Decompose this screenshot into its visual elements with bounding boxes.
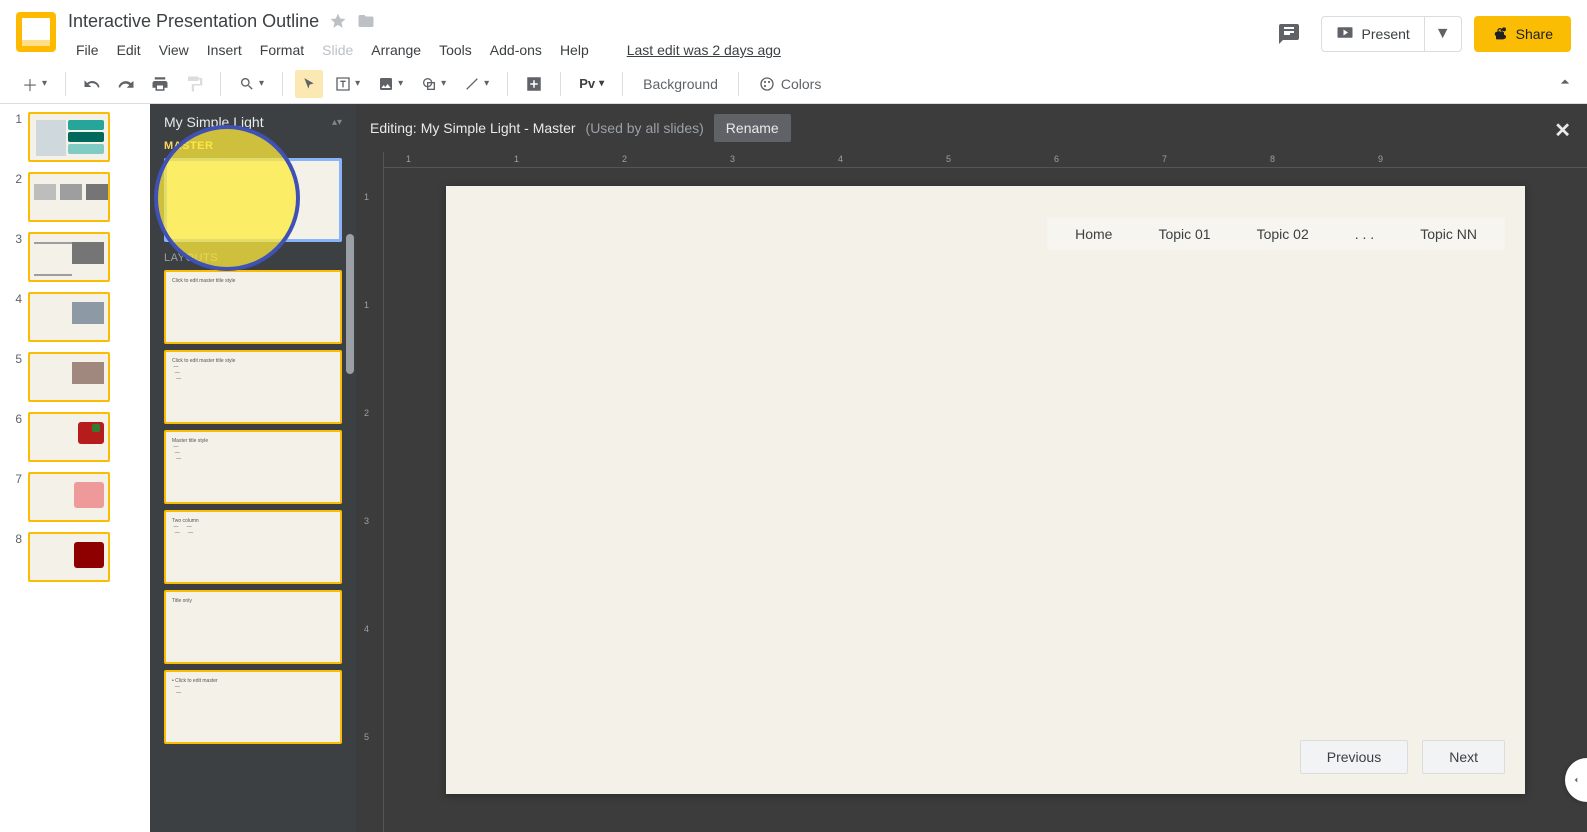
present-button-group: Present ▼: [1321, 16, 1462, 52]
master-section-label: MASTER: [150, 140, 356, 152]
layout-thumb-2[interactable]: Click to edit master title style — — —: [164, 350, 342, 424]
used-by-label: (Used by all slides): [586, 120, 704, 136]
main-area: 1 2 3 4 5 6 7 8 My Simple Light ▴▾ MASTE…: [0, 104, 1587, 832]
top-right-actions: Present ▼ Share: [1269, 14, 1571, 54]
present-dropdown-caret[interactable]: ▼: [1425, 25, 1461, 43]
close-editor-icon[interactable]: ✕: [1554, 118, 1571, 143]
textbox-tool[interactable]: ▾: [329, 70, 366, 98]
layout-thumb-5[interactable]: Title only: [164, 590, 342, 664]
master-panel: My Simple Light ▴▾ MASTER LAYOUTS Click …: [150, 104, 356, 832]
menu-file[interactable]: File: [68, 38, 107, 62]
filmstrip: 1 2 3 4 5 6 7 8: [0, 104, 150, 832]
next-button[interactable]: Next: [1422, 740, 1505, 774]
menu-tools[interactable]: Tools: [431, 38, 480, 62]
layouts-section-label: LAYOUTS: [150, 252, 356, 264]
slides-logo: [16, 12, 56, 52]
title-area: Interactive Presentation Outline File Ed…: [68, 8, 789, 62]
collapse-toolbar-icon[interactable]: [1555, 72, 1575, 92]
transition-button[interactable]: Pv▾: [573, 70, 610, 98]
move-folder-icon[interactable]: [357, 12, 375, 30]
editing-prefix: Editing:: [370, 120, 417, 136]
menu-addons[interactable]: Add-ons: [482, 38, 550, 62]
canvas-wrap: Home Topic 01 Topic 02 . . . Topic NN Pr…: [384, 168, 1587, 832]
nav-ellipsis: . . .: [1337, 222, 1392, 246]
menu-insert[interactable]: Insert: [199, 38, 250, 62]
editor-header: Editing: My Simple Light - Master (Used …: [356, 104, 1587, 152]
nav-home[interactable]: Home: [1057, 222, 1130, 246]
theme-name: My Simple Light: [164, 114, 264, 130]
print-button[interactable]: [146, 70, 174, 98]
slide-thumb-8[interactable]: 8: [10, 532, 140, 582]
nav-topic-01[interactable]: Topic 01: [1140, 222, 1228, 246]
menu-format[interactable]: Format: [252, 38, 312, 62]
slide-thumb-1[interactable]: 1: [10, 112, 140, 162]
star-icon[interactable]: [329, 12, 347, 30]
vertical-ruler: 1 1 2 3 4 5: [356, 152, 384, 832]
nav-topic-nn[interactable]: Topic NN: [1402, 222, 1495, 246]
present-button[interactable]: Present: [1322, 17, 1425, 51]
transition-label: Pv: [579, 76, 595, 91]
nav-topic-02[interactable]: Topic 02: [1239, 222, 1327, 246]
colors-button[interactable]: Colors: [751, 76, 829, 92]
layout-thumb-1[interactable]: Click to edit master title style: [164, 270, 342, 344]
horizontal-ruler: 1 1 2 3 4 5 6 7 8 9: [384, 152, 1587, 168]
slide-nav-links: Home Topic 01 Topic 02 . . . Topic NN: [1047, 218, 1505, 250]
slide-thumb-3[interactable]: 3: [10, 232, 140, 282]
zoom-button[interactable]: ▾: [233, 70, 270, 98]
theme-selector[interactable]: My Simple Light ▴▾: [150, 104, 356, 140]
editing-title: My Simple Light - Master: [421, 120, 576, 136]
share-label: Share: [1516, 26, 1553, 42]
image-tool[interactable]: ▾: [372, 70, 409, 98]
prev-next-group: Previous Next: [1300, 740, 1505, 774]
layout-thumb-6[interactable]: • Click to edit master — —: [164, 670, 342, 744]
slide-thumb-7[interactable]: 7: [10, 472, 140, 522]
rename-button[interactable]: Rename: [714, 114, 791, 142]
layout-thumb-4[interactable]: Two column — — — —: [164, 510, 342, 584]
master-slide-thumb[interactable]: [164, 158, 342, 242]
line-tool[interactable]: ▾: [458, 70, 495, 98]
comments-icon[interactable]: [1269, 14, 1309, 54]
menu-view[interactable]: View: [151, 38, 197, 62]
shape-tool[interactable]: ▾: [415, 70, 452, 98]
previous-button[interactable]: Previous: [1300, 740, 1408, 774]
slide-thumb-2[interactable]: 2: [10, 172, 140, 222]
undo-button[interactable]: [78, 70, 106, 98]
last-edit-link[interactable]: Last edit was 2 days ago: [619, 38, 789, 62]
background-button[interactable]: Background: [635, 76, 726, 92]
master-scrollbar[interactable]: [346, 234, 354, 374]
toolbar: ＋▾ ▾ ▾ ▾ ▾ ▾ Pv▾ Background Colors: [0, 64, 1587, 104]
present-label: Present: [1362, 26, 1410, 42]
paint-format-button[interactable]: [180, 70, 208, 98]
menu-help[interactable]: Help: [552, 38, 597, 62]
slide-canvas[interactable]: Home Topic 01 Topic 02 . . . Topic NN Pr…: [446, 186, 1525, 794]
share-button[interactable]: Share: [1474, 16, 1571, 52]
new-slide-button[interactable]: ＋▾: [16, 70, 53, 98]
menu-edit[interactable]: Edit: [109, 38, 149, 62]
editor-area: Editing: My Simple Light - Master (Used …: [356, 104, 1587, 832]
slide-thumb-6[interactable]: 6: [10, 412, 140, 462]
slide-thumb-4[interactable]: 4: [10, 292, 140, 342]
layout-thumb-3[interactable]: Master title style — — —: [164, 430, 342, 504]
menu-bar: File Edit View Insert Format Slide Arran…: [68, 38, 789, 62]
select-tool[interactable]: [295, 70, 323, 98]
add-placeholder-button[interactable]: [520, 70, 548, 98]
redo-button[interactable]: [112, 70, 140, 98]
slide-thumb-5[interactable]: 5: [10, 352, 140, 402]
document-title[interactable]: Interactive Presentation Outline: [68, 11, 319, 32]
menu-arrange[interactable]: Arrange: [363, 38, 429, 62]
theme-updown-icon[interactable]: ▴▾: [332, 117, 342, 128]
colors-label: Colors: [781, 76, 821, 92]
menu-slide[interactable]: Slide: [314, 38, 361, 62]
